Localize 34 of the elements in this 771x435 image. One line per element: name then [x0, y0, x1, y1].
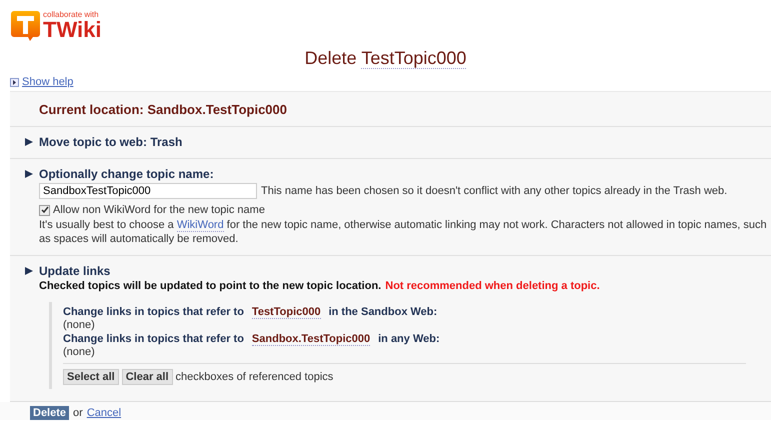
update-info: Checked topics will be updated to point to the new topic location. [39, 280, 382, 292]
expand-icon[interactable] [10, 78, 19, 86]
naming-hint: It's usually best to choose a WikiWord for the new topic name, otherwise automatic linking may not work. Characters not allowed in topic names, such as spaces will automatically be removed. [39, 218, 768, 246]
group-heading: Change links in topics that refer to TestTopic000 in the Sandbox Web: [63, 306, 438, 319]
wikiword-link[interactable]: WikiWord [176, 219, 224, 232]
select-button[interactable]: Clear all [122, 369, 173, 385]
or-text: or [73, 407, 83, 419]
triangle-icon[interactable] [25, 267, 33, 275]
cancel-link[interactable]: Cancel [86, 407, 122, 419]
delete-button[interactable]: Delete [30, 406, 70, 420]
group-heading: Change links in topics that refer to Sandbox.TestTopic000 in any Web: [63, 333, 441, 346]
checkbox-label: Allow non WikiWord for the new topic name [53, 204, 265, 216]
logo-icon [10, 10, 41, 41]
current-location: Current location: Sandbox.TestTopic000 [38, 101, 288, 117]
checkbox[interactable] [39, 204, 50, 216]
result-text: (none) [63, 319, 96, 331]
topic-link[interactable]: Sandbox.TestTopic000 [252, 333, 370, 346]
section-heading: Optionally change topic name: [39, 167, 214, 181]
name-note: This name has been chosen so it doesn't conflict with any other topics already in the Trash web. [261, 185, 728, 197]
buttons-note: checkboxes of referenced topics [176, 371, 334, 383]
select-button[interactable]: Select all [63, 369, 119, 385]
result-text: (none) [63, 346, 96, 358]
section-heading: Move topic to web: Trash [39, 135, 182, 149]
section-heading: Update links [39, 264, 110, 278]
warning-text: Not recommended when deleting a topic. [385, 280, 600, 292]
topic-link[interactable]: TestTopic000 [361, 48, 466, 69]
triangle-icon[interactable] [25, 170, 33, 178]
page-title: Delete TestTopic000 [304, 48, 468, 71]
show-help-link[interactable]: Show help [22, 76, 74, 88]
topic-link[interactable]: TestTopic000 [252, 306, 321, 319]
topic-name-field[interactable]: SandboxTestTopic000 [39, 183, 257, 199]
logo-tagline: collaborate with [43, 10, 100, 19]
logo-wordmark: TWiki [43, 19, 102, 41]
triangle-icon[interactable] [25, 138, 33, 146]
